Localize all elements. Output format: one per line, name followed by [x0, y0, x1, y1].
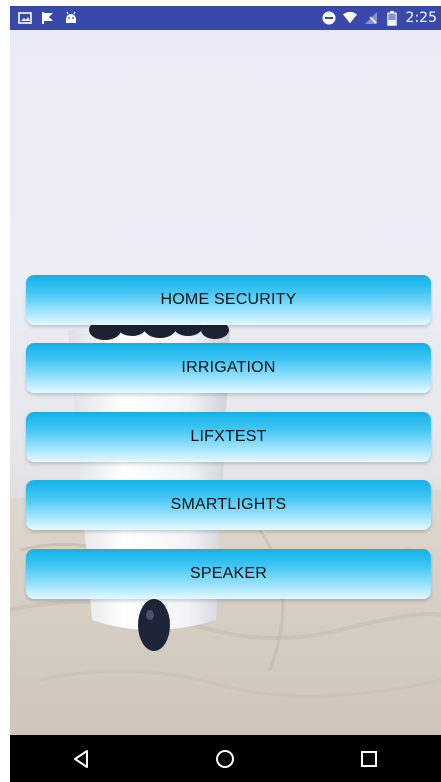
lifxtest-button[interactable]: LIFXTEST [26, 412, 431, 462]
status-bar-right: 2:25 [314, 10, 441, 26]
back-icon[interactable] [62, 739, 102, 779]
navigation-bar [10, 735, 441, 782]
image-icon [18, 11, 32, 25]
home-security-button[interactable]: HOME SECURITY [26, 275, 431, 325]
status-bar: 2:25 [10, 6, 441, 30]
status-bar-left [10, 11, 86, 25]
irrigation-button[interactable]: IRRIGATION [26, 343, 431, 393]
home-icon[interactable] [205, 739, 245, 779]
do-not-disturb-icon [322, 11, 336, 25]
app-screen: 2:25 HOME SECURITY IRRIGATION LIFXTEST S… [0, 0, 441, 782]
smartlights-button[interactable]: SMARTLIGHTS [26, 480, 431, 530]
speaker-button[interactable]: SPEAKER [26, 549, 431, 599]
battery-icon [385, 10, 399, 26]
android-icon [64, 11, 78, 25]
no-signal-icon [364, 11, 378, 25]
recents-icon[interactable] [349, 739, 389, 779]
status-time: 2:25 [405, 10, 437, 26]
wifi-icon [342, 11, 357, 25]
flag-icon [41, 11, 55, 25]
